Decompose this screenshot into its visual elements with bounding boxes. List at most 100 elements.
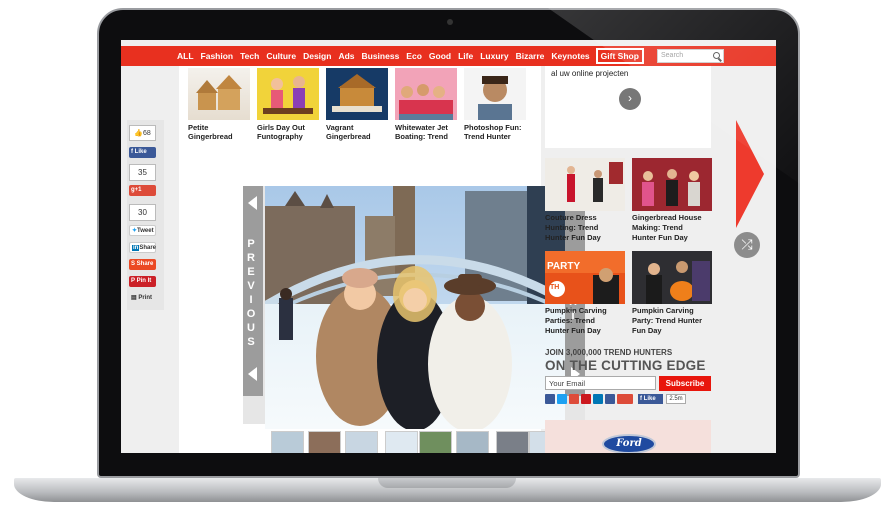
card-2-line1: Gingerbread House (632, 213, 702, 222)
next-article-arrow-icon[interactable] (736, 120, 764, 228)
linkedin-icon[interactable] (593, 394, 603, 404)
card-pumpkin-carving-party[interactable] (632, 251, 712, 304)
gplus-one-icon[interactable] (617, 394, 633, 404)
ad-text: al uw online projecten (551, 69, 629, 78)
card-label-1[interactable]: Couture Dress Hunting: Trend Hunter Fun … (545, 213, 635, 243)
subscribe-button[interactable]: Subscribe (659, 376, 711, 391)
gplus-button[interactable]: g+1 (129, 185, 156, 196)
pin-it-button[interactable]: P Pin It (129, 276, 156, 287)
browser-screen: ALL Fashion Tech Culture Design Ads Busi… (121, 40, 776, 453)
thumb-label-5-line1: Photoshop Fun: (464, 123, 522, 132)
thumb-label-5[interactable]: Photoshop Fun: Trend Hunter (464, 123, 534, 141)
thumb-label-2-line2: Funtography (257, 132, 303, 141)
photoshop-fun-image (478, 76, 512, 120)
shuffle-icon[interactable]: ⤮ (734, 232, 760, 258)
linkedin-share-button[interactable]: inShare (129, 242, 156, 253)
nav-item-luxury[interactable]: Luxury (480, 51, 508, 61)
th-logo: TH (550, 284, 560, 291)
nav-item-all[interactable]: ALL (177, 51, 194, 61)
count-box-2: 30 (129, 204, 156, 221)
facebook-icon[interactable] (545, 394, 555, 404)
card-label-2[interactable]: Gingerbread House Making: Trend Hunter F… (632, 213, 722, 243)
slide-photo (265, 186, 565, 429)
thumb-label-2-line1: Girls Day Out (257, 123, 305, 132)
nav-item-culture[interactable]: Culture (266, 51, 296, 61)
strip-thumb-5[interactable] (419, 431, 452, 453)
thumbs-up-icon: 👍 (134, 130, 143, 137)
thumb-whitewater-jet[interactable] (395, 68, 457, 120)
thumb-vagrant-gingerbread[interactable] (326, 68, 388, 120)
arrow-up-left-icon (248, 196, 257, 210)
slideshow: PREVIOUS (243, 186, 585, 429)
like-count-box: 👍68 (129, 125, 156, 141)
tweet-button[interactable]: ✦Tweet (129, 225, 156, 236)
nav-item-business[interactable]: Business (362, 51, 400, 61)
nav-item-gift-shop[interactable]: Gift Shop (595, 48, 644, 64)
youtube-icon[interactable] (581, 394, 591, 404)
facebook-like-count: 2.5m (666, 394, 686, 404)
strip-thumb-4[interactable] (385, 431, 418, 453)
strip-thumb-2[interactable] (308, 431, 341, 453)
card-4-line1: Pumpkin Carving (632, 306, 694, 315)
search-placeholder: Search (661, 52, 684, 59)
like-count: 68 (142, 130, 151, 137)
couture-dress-image (545, 158, 625, 211)
gingerbread-party-image (632, 158, 712, 211)
twitter-icon[interactable] (557, 394, 567, 404)
card-1-line1: Couture Dress (545, 213, 597, 222)
card-gingerbread-house[interactable] (632, 158, 712, 211)
strip-thumb-6[interactable] (456, 431, 489, 453)
thumb-label-3[interactable]: Vagrant Gingerbread (326, 123, 396, 141)
card-label-3[interactable]: Pumpkin Carving Parties: Trend Hunter Fu… (545, 306, 635, 336)
search-input[interactable]: Search (657, 49, 724, 63)
card-2-line3: Hunter Fun Day (632, 233, 688, 242)
search-icon[interactable] (713, 52, 720, 59)
card-label-4[interactable]: Pumpkin Carving Party: Trend Hunter Fun … (632, 306, 722, 336)
email-field[interactable]: Your Email (545, 376, 656, 390)
previous-button[interactable]: PREVIOUS (243, 186, 263, 396)
nav-item-design[interactable]: Design (303, 51, 331, 61)
card-4-line3: Fun Day (632, 326, 662, 335)
nav-item-life[interactable]: Life (458, 51, 473, 61)
nav-item-keynotes[interactable]: Keynotes (551, 51, 589, 61)
card-3-line1: Pumpkin Carving (545, 306, 607, 315)
thumb-label-1-line1: Petite (188, 123, 209, 132)
thumb-label-2[interactable]: Girls Day Out Funtography (257, 123, 327, 141)
stumbleupon-label: Share (136, 261, 154, 267)
girls-image (263, 76, 313, 114)
thumb-girls-day-out[interactable] (257, 68, 319, 120)
thumb-photoshop-fun[interactable] (464, 68, 526, 120)
laptop-frame: ALL Fashion Tech Culture Design Ads Busi… (0, 0, 895, 524)
strip-thumb-1[interactable] (271, 431, 304, 453)
thumb-label-4[interactable]: Whitewater Jet Boating: Trend (395, 123, 465, 141)
print-button[interactable]: ▤ Print (129, 293, 156, 304)
card-pumpkin-carving-parties[interactable]: PARTY TH (545, 251, 625, 304)
strip-thumb-7[interactable] (496, 431, 529, 453)
thumb-label-1-line2: Gingerbread (188, 132, 233, 141)
nav-item-ads[interactable]: Ads (338, 51, 354, 61)
card-3-line2: Parties: Trend (545, 316, 596, 325)
vagrant-gingerbread-image (332, 74, 382, 112)
pumpkin-carving-image (632, 251, 712, 304)
nav-item-tech[interactable]: Tech (240, 51, 259, 61)
nav-item-fashion[interactable]: Fashion (201, 51, 234, 61)
facebook-like-button-2[interactable]: f Like (638, 394, 663, 404)
facebook-like-label: Like (134, 149, 147, 155)
stumbleupon-share-button[interactable]: S Share (129, 259, 156, 270)
nav-item-bizarre[interactable]: Bizarre (516, 51, 545, 61)
gplus-icon[interactable] (569, 394, 579, 404)
previous-label: PREVIOUS (243, 238, 263, 350)
ad-arrow-icon[interactable]: › (619, 88, 641, 110)
thumb-label-1[interactable]: Petite Gingerbread (188, 123, 258, 141)
facebook-like-button[interactable]: f Like (129, 147, 156, 158)
facebook-icon-2[interactable] (605, 394, 615, 404)
strip-thumb-3[interactable] (345, 431, 378, 453)
ford-ad[interactable]: Ford (545, 420, 711, 453)
card-couture-dress[interactable] (545, 158, 625, 211)
nav-item-good[interactable]: Good (429, 51, 451, 61)
gplus-label: +1 (134, 187, 142, 193)
nav-item-eco[interactable]: Eco (406, 51, 422, 61)
ford-logo: Ford (602, 434, 656, 453)
top-right-ad[interactable]: al uw online projecten › (545, 66, 711, 148)
thumb-petite-gingerbread[interactable] (188, 68, 250, 120)
